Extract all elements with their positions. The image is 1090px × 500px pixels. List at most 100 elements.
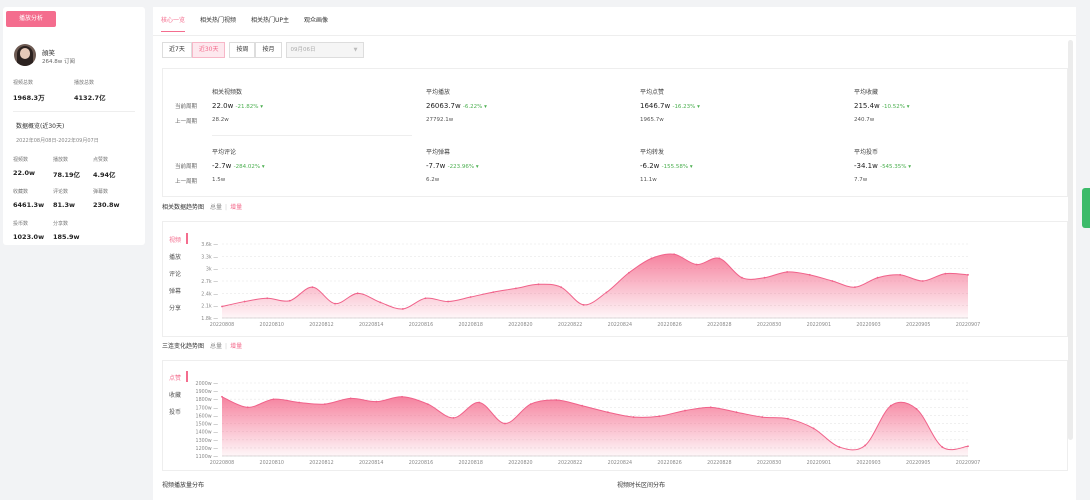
- data-point: [673, 253, 676, 256]
- x-tick-label: 20220812: [309, 460, 333, 466]
- stat-current: 22.0w -21.82% ▾: [212, 102, 263, 110]
- y-tick-label: 3.6k —: [201, 242, 218, 248]
- caret-down-icon: ▼: [353, 47, 358, 53]
- series-area: [222, 254, 968, 318]
- data-point: [741, 276, 743, 279]
- tab-audience[interactable]: 观众画像: [304, 15, 328, 30]
- stat-previous: 1.5w: [212, 177, 226, 183]
- data-point: [401, 308, 404, 310]
- metric-value: 1023.0w: [13, 233, 45, 241]
- option-total[interactable]: 总量: [210, 343, 222, 350]
- stat-previous: 7.7w: [854, 177, 868, 183]
- metric-value: 185.9w: [53, 233, 80, 241]
- stat-current: -7.7w -223.96% ▾: [426, 162, 479, 170]
- x-tick-label: 20220905: [906, 460, 930, 466]
- stat-previous: 11.1w: [640, 177, 657, 183]
- scrollbar-thumb[interactable]: [1082, 188, 1090, 228]
- y-tick-label: 1.8k —: [201, 316, 218, 322]
- user-subscribers: 264.8w 订阅: [42, 59, 75, 65]
- tab-hot-uploaders[interactable]: 相关热门UP主: [251, 15, 289, 30]
- trend-title: 相关数据趋势图 总量 | 增量: [162, 202, 242, 211]
- by-month-button[interactable]: 按月: [255, 42, 282, 58]
- stat-current: -2.7w -284.02% ▾: [212, 162, 265, 170]
- y-tick-label: 1200w —: [196, 446, 219, 452]
- scrollbar-track[interactable]: [1068, 40, 1073, 440]
- metric-label: 收藏数: [13, 189, 29, 195]
- stat-change: -21.82% ▾: [235, 104, 264, 110]
- y-tick-label: 2.4k —: [201, 291, 218, 297]
- data-point: [709, 406, 712, 409]
- data-point: [889, 404, 892, 407]
- stat-title: 平均弹幕: [426, 149, 451, 156]
- data-point: [426, 403, 429, 405]
- stat-title: 平均投币: [854, 149, 879, 156]
- data-point: [786, 271, 789, 273]
- stat-value: 22.0w: [212, 102, 234, 110]
- data-point: [298, 401, 301, 404]
- data-point: [401, 395, 403, 398]
- profile-panel: 播放分析 顔笑 264.8w 订阅 视频总数 1968.3万 播放总数 4132…: [3, 7, 145, 245]
- tab-hot-videos[interactable]: 相关热门视频: [200, 15, 236, 30]
- data-point: [504, 422, 506, 425]
- data-point: [514, 287, 517, 290]
- data-point: [876, 276, 879, 279]
- y-tick-label: 1600w —: [196, 413, 219, 419]
- option-increment[interactable]: 增量: [230, 343, 242, 350]
- avatar[interactable]: [14, 44, 36, 66]
- overview-range: 2022年08月08日-2022年09月07日: [16, 138, 99, 144]
- data-point: [334, 302, 336, 305]
- range-30d-button[interactable]: 近30天: [191, 42, 226, 58]
- metric-value: 81.3w: [53, 201, 76, 209]
- x-tick-label: 20220820: [508, 322, 532, 328]
- stat-title: 平均评论: [212, 149, 237, 156]
- y-tick-label: 2000w —: [196, 381, 219, 387]
- x-tick-label: 20220814: [359, 460, 383, 466]
- data-point: [266, 297, 269, 300]
- stat-current: -6.2w -155.58% ▾: [640, 162, 693, 170]
- triple-chart-box: 点赞 收藏 投币 2000w —1900w —1800w —1700w —160…: [162, 360, 1068, 471]
- range-7d-button[interactable]: 近7天: [162, 42, 192, 58]
- data-point: [606, 411, 609, 414]
- data-point: [288, 299, 291, 302]
- metric-value: 6461.3w: [13, 201, 45, 209]
- y-tick-label: 1300w —: [196, 438, 219, 444]
- metric-label: 分享数: [53, 221, 69, 227]
- stat-value: 1646.7w: [640, 102, 671, 110]
- x-tick-label: 20220907: [956, 322, 980, 328]
- data-point: [628, 271, 630, 274]
- data-point: [921, 280, 924, 282]
- data-point: [529, 403, 532, 405]
- triple-chart: 2000w — 1900w — 1800w — 1700w — 1600w — 1500w…: [196, 381, 981, 466]
- stat-title: 平均点赞: [640, 89, 665, 96]
- option-total[interactable]: 总量: [210, 204, 222, 211]
- stat-change: -155.58% ▾: [661, 164, 693, 170]
- stat-value: 215.4w: [854, 102, 880, 110]
- user-name[interactable]: 顔笑: [42, 47, 55, 57]
- date-select[interactable]: 09月06日 ▼: [285, 42, 364, 58]
- metric-label: 点赞数: [93, 157, 109, 163]
- trend-chart-box: 视频 播放 评论 弹幕 分享 3.6k —3.3k —3k —2.7k —2.4…: [162, 221, 1068, 337]
- x-tick-label: 20220808: [210, 460, 234, 466]
- option-increment[interactable]: 增量: [230, 204, 242, 211]
- separator: |: [225, 343, 228, 350]
- by-week-button[interactable]: 按周: [229, 42, 256, 58]
- stat-title: 平均播放: [426, 89, 451, 96]
- tab-overview[interactable]: 核心一览: [161, 15, 186, 32]
- total-label: 视频总数: [13, 80, 34, 86]
- data-point: [864, 444, 867, 447]
- x-tick-label: 20220814: [359, 322, 383, 328]
- stat-current: -34.1w -545.35% ▾: [854, 162, 911, 170]
- stat-title: 相关视频数: [212, 89, 243, 96]
- data-point: [356, 292, 359, 295]
- data-point: [658, 415, 661, 418]
- y-tick-label: 3.3k —: [201, 254, 218, 260]
- x-tick-label: 20220824: [608, 322, 632, 328]
- data-point: [560, 286, 562, 289]
- stat-value: -7.7w: [426, 162, 446, 170]
- y-tick-label: 1400w —: [196, 430, 219, 436]
- metric-label: 视频数: [13, 157, 29, 163]
- play-distribution-title: 视频播放量分布: [162, 482, 205, 489]
- stat-current: 26063.7w -6.22% ▾: [426, 102, 487, 110]
- analysis-tag: 播放分析: [6, 11, 56, 27]
- series-area: [222, 396, 968, 456]
